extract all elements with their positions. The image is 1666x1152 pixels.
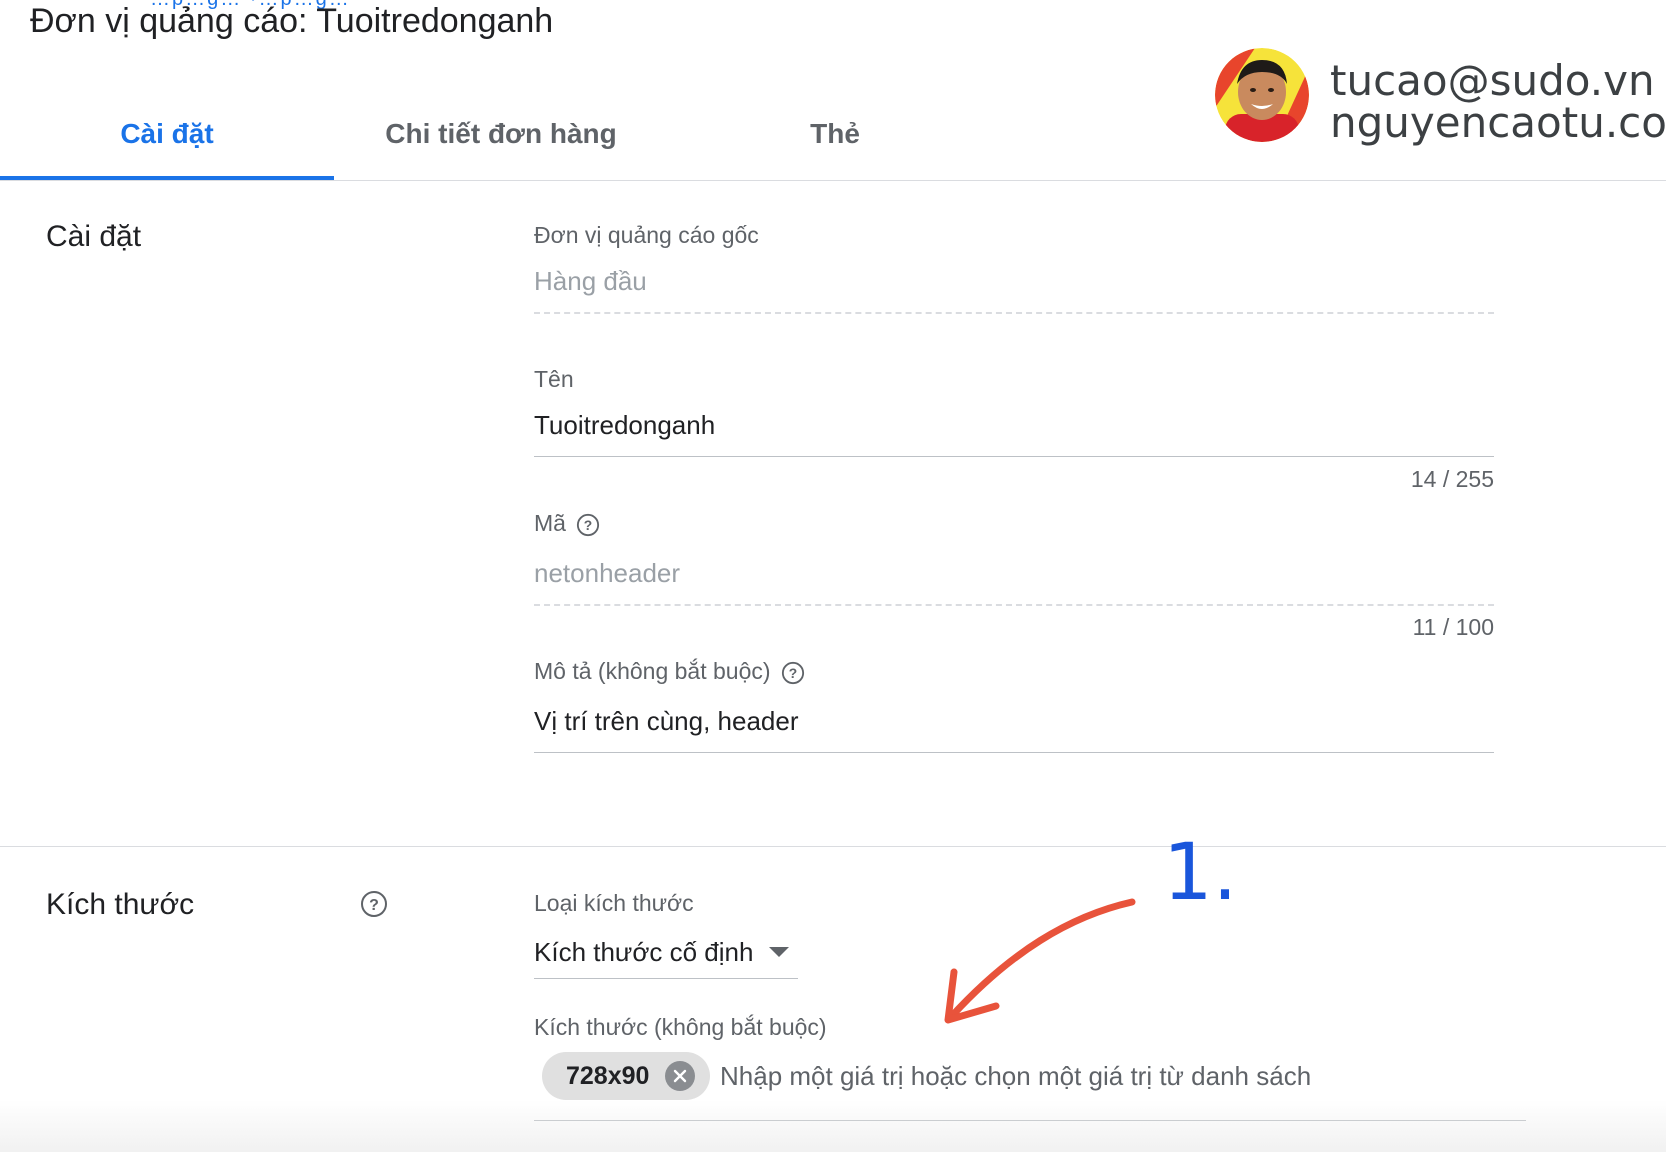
tab-settings[interactable]: Cài đặt <box>0 90 334 178</box>
svg-text:?: ? <box>788 665 796 681</box>
tab-order-details[interactable]: Chi tiết đơn hàng <box>334 90 668 178</box>
annotation-arrow-icon <box>944 898 1136 1024</box>
description-label: Mô tả (không bắt buộc) ? <box>534 658 805 685</box>
watermark-website: nguyencaotu.com <box>1330 98 1666 147</box>
size-chip: 728x90 <box>542 1052 710 1100</box>
chevron-down-icon <box>769 947 790 957</box>
code-underline <box>534 604 1494 606</box>
size-input[interactable] <box>720 1052 1520 1100</box>
section-divider <box>0 846 1666 847</box>
help-icon[interactable]: ? <box>576 512 600 536</box>
code-label: Mã ? <box>534 510 600 537</box>
size-chip-label: 728x90 <box>566 1061 650 1090</box>
bottom-fade <box>0 1100 1666 1152</box>
code-char-counter: 11 / 100 <box>1412 614 1494 640</box>
name-underline <box>534 456 1494 457</box>
name-char-counter: 14 / 255 <box>1410 466 1494 492</box>
parent-unit-underline <box>534 312 1494 314</box>
size-type-dropdown[interactable]: Kích thước cố định <box>534 926 798 978</box>
parent-unit-label: Đơn vị quảng cáo gốc <box>534 222 759 248</box>
annotation-step-number: 1. <box>1163 828 1238 918</box>
author-avatar <box>1215 48 1309 142</box>
page-title: Đơn vị quảng cáo: Tuoitredonganh <box>30 2 554 40</box>
code-value: netonheader <box>534 558 681 588</box>
svg-text:?: ? <box>584 517 592 533</box>
help-icon[interactable]: ? <box>781 660 805 684</box>
tabs-divider <box>0 180 1666 181</box>
description-label-text: Mô tả (không bắt buộc) <box>534 658 771 684</box>
name-label: Tên <box>534 366 574 392</box>
size-type-selected: Kích thước cố định <box>534 936 754 967</box>
size-type-underline <box>534 978 798 979</box>
size-section-title: Kích thước <box>46 888 195 921</box>
tab-tags[interactable]: Thẻ <box>668 90 1002 178</box>
name-field[interactable]: Tuoitredonganh <box>534 410 1494 450</box>
settings-section-title: Cài đặt <box>46 220 142 253</box>
parent-unit-value: Hàng đầu <box>534 266 647 296</box>
description-underline <box>534 752 1494 753</box>
svg-text:?: ? <box>369 897 379 914</box>
sizes-label: Kích thước (không bắt buộc) <box>534 1014 827 1040</box>
help-icon[interactable]: ? <box>360 890 388 923</box>
description-field[interactable]: Vị trí trên cùng, header <box>534 706 1494 746</box>
code-label-text: Mã <box>534 510 566 536</box>
size-type-label: Loại kích thước <box>534 890 694 916</box>
close-icon[interactable] <box>665 1061 696 1091</box>
